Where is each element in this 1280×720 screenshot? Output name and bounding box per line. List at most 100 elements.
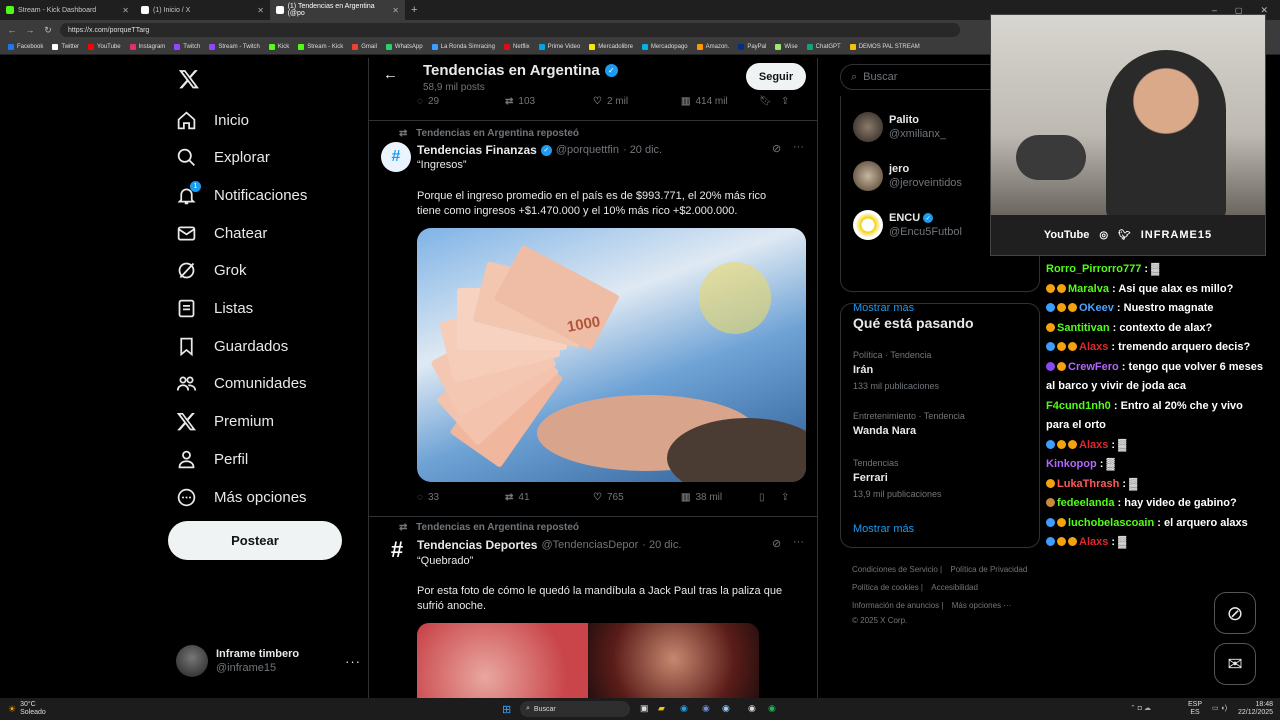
browser-tab-active[interactable]: (1) Tendencias en Argentina (@po ✕ xyxy=(270,0,405,20)
trend-item[interactable]: Entretenimiento · Tendencia Wanda Nara xyxy=(853,411,965,437)
chat-username[interactable]: fedeelanda xyxy=(1057,497,1114,509)
bookmark-item[interactable]: Gmail xyxy=(352,44,377,50)
nav-item-inicio[interactable]: Inicio xyxy=(176,105,249,135)
bookmark-item[interactable]: Instagram xyxy=(129,44,165,50)
browser-tab[interactable]: Stream - Kick Dashboard ✕ xyxy=(0,0,135,20)
bookmark-item[interactable]: Kick xyxy=(268,44,289,50)
grok-floating-button[interactable]: ⊘ xyxy=(1214,592,1256,634)
repost-button[interactable]: ⇄ 41 xyxy=(505,492,593,503)
more-dots-icon[interactable]: ··· xyxy=(345,654,361,669)
bookmark-item[interactable]: Prime Video xyxy=(538,44,580,50)
footer-link[interactable]: Más opciones ··· xyxy=(952,601,1012,610)
nav-item-chatear[interactable]: Chatear xyxy=(176,218,267,248)
avatar[interactable]: # xyxy=(383,536,411,564)
back-icon[interactable]: ← xyxy=(6,25,18,35)
footer-link[interactable]: Política de cookies xyxy=(852,583,919,592)
author-name[interactable]: Tendencias Finanzas xyxy=(417,143,537,157)
spotify-icon[interactable]: ◉ xyxy=(768,703,776,714)
like-button[interactable]: ♡ 2 mil xyxy=(593,96,681,107)
tray-icons[interactable]: ⌃ ◘ ☁ xyxy=(1130,704,1151,712)
post-button[interactable]: Postear xyxy=(168,521,342,560)
trend-item[interactable]: Política · Tendencia Irán 133 mil public… xyxy=(853,350,939,391)
clock[interactable]: 18:48 22/12/2025 xyxy=(1238,701,1273,717)
messages-floating-button[interactable]: ✉ xyxy=(1214,643,1256,685)
close-tab-icon[interactable]: ✕ xyxy=(392,6,399,15)
chat-username[interactable]: Alaxs xyxy=(1079,536,1108,548)
chat-username[interactable]: Alaxs xyxy=(1079,341,1108,353)
share-icon[interactable]: ⇪ xyxy=(781,96,789,107)
nav-item-listas[interactable]: Listas xyxy=(176,294,253,324)
chat-username[interactable]: Rorro_Pirrorro777 xyxy=(1046,263,1141,275)
grok-icon[interactable]: ⊘ xyxy=(772,142,781,155)
bookmark-post-icon[interactable]: ▯ xyxy=(759,492,781,503)
taskbar-search[interactable]: ⌕ Buscar xyxy=(520,701,630,717)
weather-widget[interactable]: ☀ 30°C Soleado xyxy=(8,701,46,717)
footer-link[interactable]: Accesibilidad xyxy=(931,583,978,592)
bookmark-item[interactable]: Amazon. xyxy=(696,44,729,50)
chat-username[interactable]: Santitivan xyxy=(1057,322,1110,334)
post-date[interactable]: · 20 dic. xyxy=(623,144,662,156)
more-dots-icon[interactable]: ··· xyxy=(793,536,804,548)
close-tab-icon[interactable]: ✕ xyxy=(257,6,264,15)
follow-suggestion[interactable]: Palito @xmilianx_ xyxy=(853,112,946,142)
edge-icon[interactable]: ◉ xyxy=(680,703,688,714)
back-arrow-icon[interactable]: ← xyxy=(383,66,398,83)
account-switcher[interactable]: Inframe timbero @inframe15 ··· xyxy=(176,645,361,677)
reply-button[interactable]: ◌ 33 xyxy=(417,492,505,503)
author-name[interactable]: Tendencias Deportes xyxy=(417,538,537,552)
nav-item-perfil[interactable]: Perfil xyxy=(176,444,248,474)
nav-item-mas-opciones[interactable]: Más opciones xyxy=(176,482,307,512)
nav-item-premium[interactable]: Premium xyxy=(176,407,274,437)
bookmark-item[interactable]: Netflix xyxy=(503,44,530,50)
bookmark-item[interactable]: Mercadolibre xyxy=(589,44,633,50)
chat-username[interactable]: F4cund1nh0 xyxy=(1046,400,1111,412)
bookmark-item[interactable]: PayPal xyxy=(738,44,766,50)
chat-username[interactable]: Maralva xyxy=(1068,283,1109,295)
chat-username[interactable]: OKeev xyxy=(1079,302,1114,314)
nav-item-explorar[interactable]: Explorar xyxy=(176,143,270,173)
bookmark-item[interactable]: Twitch xyxy=(174,44,200,50)
follow-button[interactable]: Seguir xyxy=(746,63,806,90)
bookmark-item[interactable]: Wise xyxy=(775,44,798,50)
bookmark-item[interactable]: DEMOS PAL STREAM xyxy=(849,44,920,50)
nav-item-comunidades[interactable]: Comunidades xyxy=(176,369,307,399)
new-tab-icon[interactable]: + xyxy=(411,4,417,16)
bookmark-item[interactable]: WhatsApp xyxy=(385,44,423,50)
x-logo-icon[interactable] xyxy=(178,68,200,90)
views-button[interactable]: ▥ 414 mil xyxy=(681,96,759,107)
discord-icon[interactable]: ◉ xyxy=(702,703,710,714)
repost-button[interactable]: ⇄ 103 xyxy=(505,96,593,107)
like-button[interactable]: ♡ 765 xyxy=(593,492,681,503)
chat-username[interactable]: Kinkopop xyxy=(1046,458,1097,470)
author-handle[interactable]: @TendenciasDepor xyxy=(541,539,638,551)
bookmark-item[interactable]: ChatGPT xyxy=(806,44,841,50)
bookmark-item[interactable]: La Ronda Simracing xyxy=(431,44,495,50)
bookmark-item[interactable]: YouTube xyxy=(88,44,121,50)
footer-link[interactable]: Política de Privacidad xyxy=(950,565,1027,574)
bookmark-item[interactable]: Stream - Twitch xyxy=(209,44,260,50)
steam-icon[interactable]: ◉ xyxy=(722,703,730,714)
avatar[interactable]: # xyxy=(381,142,411,172)
url-field[interactable]: https://x.com/porqueTTarg xyxy=(60,23,960,37)
grok-icon[interactable]: ⊘ xyxy=(772,537,781,550)
reply-button[interactable]: ◌ 29 xyxy=(417,96,505,107)
post-image-banknotes[interactable]: 1000 xyxy=(417,228,806,482)
chat-username[interactable]: CrewFero xyxy=(1068,361,1119,373)
start-icon[interactable]: ⊞ xyxy=(502,703,511,716)
chat-username[interactable]: luchobelascoain xyxy=(1068,517,1154,529)
more-dots-icon[interactable]: ··· xyxy=(793,141,804,153)
bookmark-item[interactable]: Twitter xyxy=(52,44,79,50)
language-indicator[interactable]: ESP ES xyxy=(1188,701,1202,717)
post-date[interactable]: · 20 dic. xyxy=(642,539,681,551)
chat-username[interactable]: Alaxs xyxy=(1079,439,1108,451)
bookmark-post-icon[interactable]: 🔖︎ xyxy=(759,96,781,107)
footer-link[interactable]: Información de anuncios xyxy=(852,601,939,610)
network-volume-icons[interactable]: ▭ ◖) xyxy=(1212,704,1227,712)
author-handle[interactable]: @porquettfin xyxy=(556,144,619,156)
file-explorer-icon[interactable]: ▰ xyxy=(658,703,665,714)
nav-item-guardados[interactable]: Guardados xyxy=(176,331,288,361)
chat-username[interactable]: LukaThrash xyxy=(1057,478,1119,490)
post-image-boxing[interactable] xyxy=(417,623,759,698)
show-more-link[interactable]: Mostrar más xyxy=(853,523,914,535)
follow-suggestion[interactable]: ENCU ✓ @Encu5Futbol xyxy=(853,210,962,240)
